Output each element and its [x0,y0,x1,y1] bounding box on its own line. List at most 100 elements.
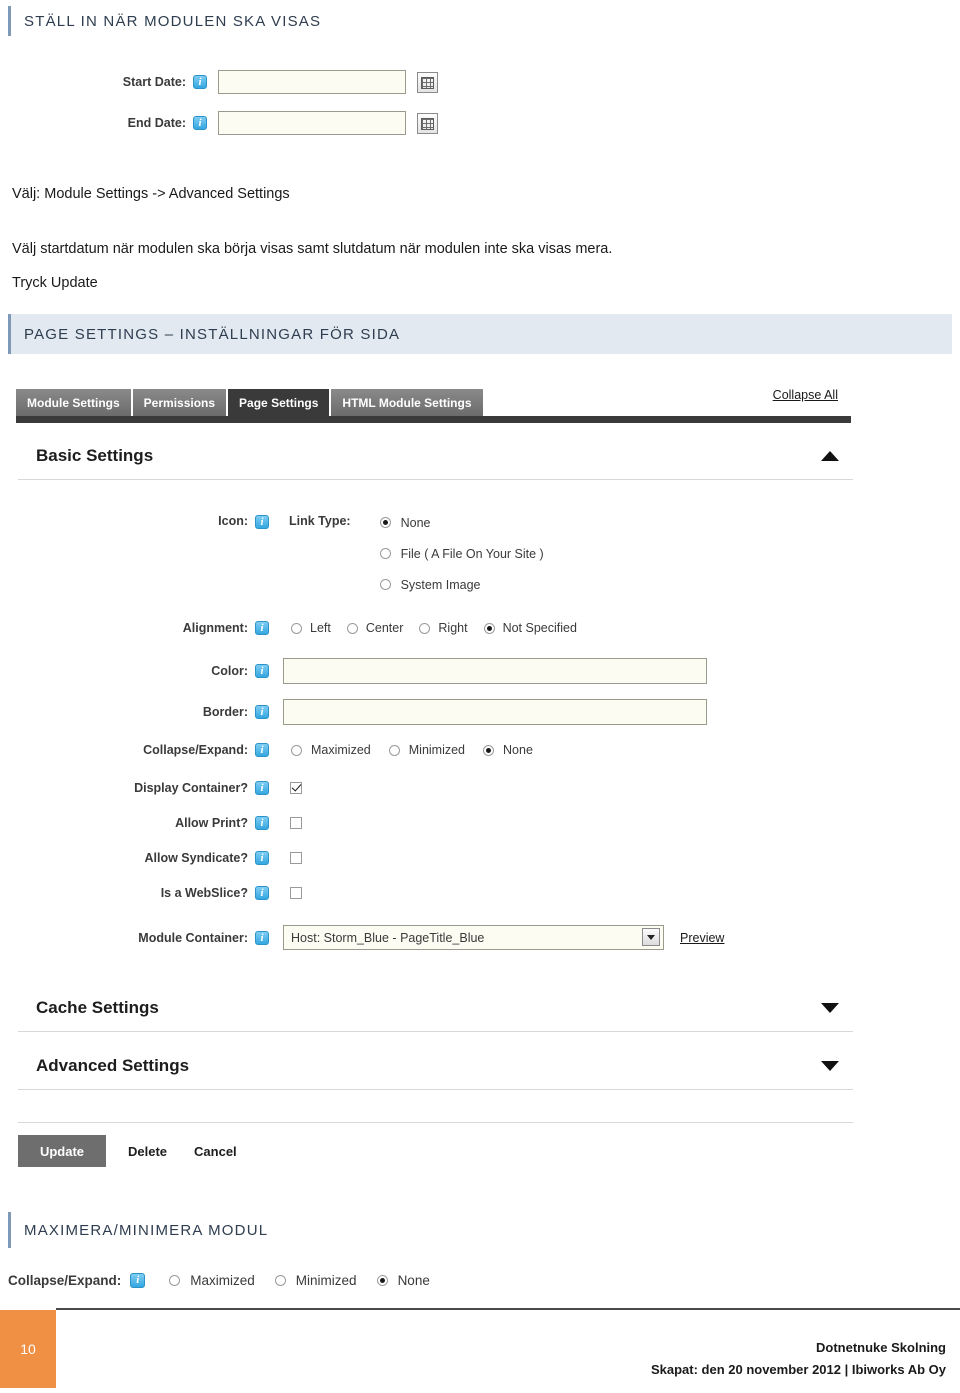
end-date-row: End Date: [0,111,438,135]
info-icon[interactable] [255,886,269,901]
update-button-label: Update [39,1143,85,1159]
panel-title: Basic Settings [36,445,154,465]
radio-option-none[interactable]: None [379,514,544,531]
tab-bar: Module Settings Permissions Page Setting… [16,389,483,416]
tab-page-settings[interactable]: Page Settings [228,389,332,416]
calendar-icon[interactable] [417,112,438,134]
section-heading-page-settings: PAGE SETTINGS – INSTÄLLNINGAR FÖR SIDA [8,314,952,354]
collapse-expand-row: Collapse/Expand: Maximized Minimized Non… [8,1273,430,1288]
tab-html-module-settings[interactable]: HTML Module Settings [331,389,483,416]
panel-header-basic-settings[interactable]: Basic Settings [18,432,853,480]
info-icon[interactable] [193,116,207,131]
alignment-label: Alignment: [182,621,248,635]
icon-label: Icon: [218,514,248,528]
radio-icon-none[interactable] [376,1275,388,1286]
radio-label: Minimized [295,1273,357,1288]
panel-header-advanced-settings[interactable]: Advanced Settings [18,1042,853,1090]
display-container-row: Display Container? [0,781,302,796]
section-heading-stall-in: STÄLL IN NÄR MODULEN SKA VISAS [8,6,952,36]
instruction-line-2: Välj startdatum när modulen ska börja vi… [12,241,613,257]
chevron-down-icon[interactable] [821,1060,839,1071]
radio-icon-maximized[interactable] [169,1275,181,1286]
info-icon[interactable] [255,781,269,796]
radio-icon[interactable] [379,579,391,590]
update-button[interactable]: Update [18,1135,106,1167]
instruction-line-3: Tryck Update [12,275,98,291]
radio-icon-maximized[interactable] [291,744,302,756]
module-container-select[interactable]: Host: Storm_Blue - PageTitle_Blue [283,925,664,950]
footer-rule [56,1308,960,1310]
radio-option-system-image[interactable]: System Image [379,576,544,593]
radio-icon-minimized[interactable] [388,744,400,756]
footer-title: Dotnetnuke Skolning [816,1340,946,1355]
radio-icon-center[interactable] [346,622,358,634]
info-icon[interactable] [255,743,269,758]
tab-permissions[interactable]: Permissions [132,389,229,416]
collapse-all-link[interactable]: Collapse All [773,388,838,402]
allow-print-label: Allow Print? [175,816,248,830]
start-date-label: Start Date: [122,75,186,89]
info-icon[interactable] [255,621,269,636]
info-icon[interactable] [255,851,269,866]
chevron-down-icon[interactable] [821,1002,839,1013]
display-container-label: Display Container? [134,781,248,795]
allow-print-checkbox[interactable] [290,817,302,829]
info-icon[interactable] [255,515,269,530]
cancel-button[interactable]: Cancel [194,1144,237,1159]
radio-icon[interactable] [379,548,391,559]
alignment-row: Alignment: Left Center Right Not Specifi… [0,621,577,636]
info-icon[interactable] [130,1273,146,1288]
link-type-label: Link Type: [289,514,351,528]
display-container-checkbox[interactable] [290,782,302,794]
radio-icon-left[interactable] [291,622,302,634]
tab-label: Page Settings [239,395,319,410]
radio-icon-none[interactable] [483,744,495,756]
border-row: Border: [0,699,707,725]
allow-print-row: Allow Print? [0,816,302,831]
tab-label: HTML Module Settings [342,395,472,410]
calendar-icon[interactable] [417,71,438,93]
section-heading-maximera: MAXIMERA/MINIMERA MODUL [8,1212,952,1248]
tab-module-settings[interactable]: Module Settings [16,389,133,416]
radio-option-file[interactable]: File ( A File On Your Site ) [379,545,544,562]
module-container-label: Module Container: [138,930,248,945]
info-icon[interactable] [255,816,269,831]
panel-title: Advanced Settings [36,1055,190,1075]
radio-icon-right[interactable] [419,622,431,634]
start-date-input[interactable] [218,70,406,94]
info-icon[interactable] [255,705,269,720]
radio-label: None [400,515,431,530]
info-icon[interactable] [255,930,269,946]
radio-label: File ( A File On Your Site ) [400,546,544,561]
date-settings-screenshot: Start Date: End Date: [0,58,470,150]
info-icon[interactable] [255,664,269,679]
is-a-webslice-label: Is a WebSlice? [160,886,248,900]
allow-syndicate-checkbox[interactable] [290,852,302,864]
radio-label: Not Specified [502,621,577,635]
action-button-row: Update Delete Cancel [18,1135,237,1167]
chevron-up-icon[interactable] [821,450,839,461]
info-icon[interactable] [193,75,207,90]
border-input[interactable] [283,699,707,725]
preview-link[interactable]: Preview [680,931,724,945]
collapse-expand-row: Collapse/Expand: Maximized Minimized Non… [0,743,533,758]
radio-label: Minimized [408,743,466,757]
radio-icon-minimized[interactable] [274,1275,286,1286]
panel-header-cache-settings[interactable]: Cache Settings [18,984,853,1032]
radio-icon[interactable] [379,517,391,528]
radio-icon-not-specified[interactable] [483,622,495,634]
tab-bar-underline [16,416,851,423]
page-settings-screenshot: Module Settings Permissions Page Setting… [0,372,880,1192]
end-date-input[interactable] [218,111,406,135]
color-label: Color: [211,664,248,678]
collapse-expand-radio-group: Maximized Minimized None [291,743,533,757]
chevron-down-icon[interactable] [642,928,660,946]
is-a-webslice-checkbox[interactable] [290,887,302,899]
radio-label: None [397,1273,430,1288]
start-date-row: Start Date: [0,70,438,94]
delete-button[interactable]: Delete [128,1144,167,1159]
border-label: Border: [202,705,248,719]
allow-syndicate-row: Allow Syndicate? [0,851,302,866]
color-input[interactable] [283,658,707,684]
module-container-row: Module Container: Host: Storm_Blue - Pag… [0,925,724,950]
